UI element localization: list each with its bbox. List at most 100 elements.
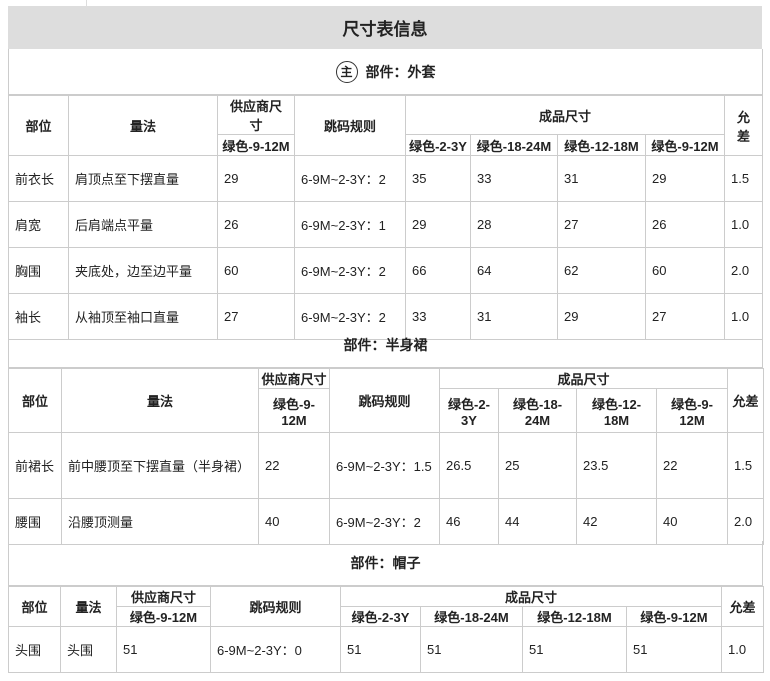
size-table: 部位 量法 供应商尺寸 跳码规则 成品尺寸 允差 绿色-9-12M 绿色-2-3… xyxy=(8,586,765,673)
header-size: 绿色-2-3Y xyxy=(405,134,471,156)
cell-rule: 6-9M~2-3Y：1 xyxy=(294,201,406,248)
cell-part: 胸围 xyxy=(8,247,69,294)
cell-tolerance: 1.5 xyxy=(724,155,764,202)
cell-supplier: 51 xyxy=(116,626,211,673)
cell-size: 51 xyxy=(522,626,627,673)
cell-method: 沿腰顶测量 xyxy=(61,498,259,545)
cell-part: 肩宽 xyxy=(8,201,69,248)
table-row: 前裙长 前中腰顶至下摆直量（半身裙） 22 6-9M~2-3Y：1.5 26.5… xyxy=(8,432,765,499)
main-part-mark-icon: 主 xyxy=(335,60,358,83)
cell-size: 23.5 xyxy=(576,432,657,499)
cell-size: 64 xyxy=(470,247,558,294)
cell-size: 51 xyxy=(420,626,523,673)
table-row: 前衣长 肩顶点至下摆直量 29 6-9M~2-3Y：2 35 33 31 29 … xyxy=(8,155,764,202)
cell-size: 28 xyxy=(470,201,558,248)
cell-part: 腰围 xyxy=(8,498,62,545)
cell-size: 26.5 xyxy=(439,432,499,499)
cell-size: 46 xyxy=(439,498,499,545)
header-part: 部位 xyxy=(8,586,61,627)
header-supplier: 供应商尺寸 xyxy=(217,95,295,135)
cell-size: 62 xyxy=(557,247,646,294)
cell-part: 头围 xyxy=(8,626,61,673)
cell-size: 40 xyxy=(655,498,729,545)
cell-tolerance: 1.0 xyxy=(724,201,764,248)
cell-size: 51 xyxy=(340,626,421,673)
header-rule: 跳码规则 xyxy=(210,586,341,627)
header-method: 量法 xyxy=(60,586,117,627)
header-finished: 成品尺寸 xyxy=(339,586,723,607)
section-skirt: 部件：半身裙 部位 量法 供应商尺寸 跳码规则 成品尺寸 允差 绿色-9-12M… xyxy=(8,322,765,545)
header-size: 绿色-12-18M xyxy=(522,606,627,627)
section-jacket: 主 部件：外套 部位 量法 供应商尺寸 跳码规则 成品尺寸 允差 绿色-9-12… xyxy=(8,49,764,340)
cell-supplier: 29 xyxy=(217,155,295,202)
cell-size: 33 xyxy=(470,155,558,202)
section-title: 部件：帽子 xyxy=(350,555,421,571)
table-row: 胸围 夹底处，边至边平量 60 6-9M~2-3Y：2 66 64 62 60 … xyxy=(8,247,764,294)
cell-size: 42 xyxy=(576,498,657,545)
header-part: 部位 xyxy=(8,368,62,433)
header-size: 绿色-9-12M xyxy=(644,134,726,156)
header-size: 绿色-18-24M xyxy=(470,134,558,156)
table-row: 头围 头围 51 6-9M~2-3Y：0 51 51 51 51 1.0 xyxy=(8,626,765,673)
header-size: 绿色-12-18M xyxy=(576,388,657,433)
cell-part: 前衣长 xyxy=(8,155,69,202)
cell-size: 66 xyxy=(405,247,471,294)
cell-method: 肩顶点至下摆直量 xyxy=(68,155,218,202)
header-size: 绿色-2-3Y xyxy=(439,388,499,433)
header-size: 绿色-9-12M xyxy=(655,388,729,433)
cell-method: 后肩端点平量 xyxy=(68,201,218,248)
cell-size: 51 xyxy=(625,626,723,673)
header-supplier-size: 绿色-9-12M xyxy=(116,606,211,627)
cell-rule: 6-9M~2-3Y：0 xyxy=(210,626,341,673)
header-rule: 跳码规则 xyxy=(294,95,406,156)
cell-size: 31 xyxy=(557,155,646,202)
header-size: 绿色-12-18M xyxy=(557,134,646,156)
header-size: 绿色-2-3Y xyxy=(340,606,421,627)
cell-size: 26 xyxy=(644,201,726,248)
table-row: 肩宽 后肩端点平量 26 6-9M~2-3Y：1 29 28 27 26 1.0 xyxy=(8,201,764,248)
table-row: 腰围 沿腰顶测量 40 6-9M~2-3Y：2 46 44 42 40 2.0 xyxy=(8,498,765,545)
cell-size: 60 xyxy=(644,247,726,294)
size-table: 部位 量法 供应商尺寸 跳码规则 成品尺寸 允差 绿色-9-12M 绿色-2-3… xyxy=(8,95,764,340)
cell-tolerance: 2.0 xyxy=(724,247,764,294)
header-size: 绿色-9-12M xyxy=(625,606,723,627)
cell-rule: 6-9M~2-3Y：2 xyxy=(329,498,440,545)
header-supplier: 供应商尺寸 xyxy=(258,368,330,389)
cell-method: 前中腰顶至下摆直量（半身裙） xyxy=(61,432,259,499)
cell-size: 27 xyxy=(557,201,646,248)
header-finished: 成品尺寸 xyxy=(438,368,729,389)
cell-size: 44 xyxy=(498,498,577,545)
header-finished: 成品尺寸 xyxy=(404,95,726,135)
cell-supplier: 40 xyxy=(258,498,330,545)
cell-size: 35 xyxy=(405,155,471,202)
header-supplier: 供应商尺寸 xyxy=(116,586,211,607)
cell-supplier: 26 xyxy=(217,201,295,248)
page-title: 尺寸表信息 xyxy=(8,6,762,49)
cell-size: 29 xyxy=(644,155,726,202)
size-chart-page: 尺寸表信息 主 部件：外套 部位 量法 供应商尺寸 跳码规则 成品尺寸 允差 绿… xyxy=(0,0,770,681)
section-title: 部件：外套 xyxy=(365,63,436,80)
header-supplier-size: 绿色-9-12M xyxy=(258,388,330,433)
section-title: 部件：半身裙 xyxy=(343,336,428,353)
section-heading: 部件：帽子 xyxy=(8,541,763,586)
header-tolerance: 允差 xyxy=(721,586,765,627)
cell-size: 22 xyxy=(655,432,729,499)
cell-method: 夹底处，边至边平量 xyxy=(68,247,218,294)
section-heading: 主 部件：外套 xyxy=(8,49,763,95)
header-supplier-size: 绿色-9-12M xyxy=(217,134,295,156)
cell-tolerance: 2.0 xyxy=(727,498,765,545)
header-method: 量法 xyxy=(68,95,218,156)
header-size: 绿色-18-24M xyxy=(498,388,577,433)
cell-rule: 6-9M~2-3Y：1.5 xyxy=(329,432,440,499)
cell-tolerance: 1.0 xyxy=(721,626,765,673)
header-part: 部位 xyxy=(8,95,69,156)
header-tolerance: 允差 xyxy=(724,95,764,156)
cell-rule: 6-9M~2-3Y：2 xyxy=(294,155,406,202)
header-rule: 跳码规则 xyxy=(329,368,440,433)
size-table: 部位 量法 供应商尺寸 跳码规则 成品尺寸 允差 绿色-9-12M 绿色-2-3… xyxy=(8,368,765,545)
cell-method: 头围 xyxy=(60,626,117,673)
cell-supplier: 60 xyxy=(217,247,295,294)
cell-tolerance: 1.5 xyxy=(727,432,765,499)
cell-part: 前裙长 xyxy=(8,432,62,499)
section-heading: 部件：半身裙 xyxy=(8,322,763,368)
